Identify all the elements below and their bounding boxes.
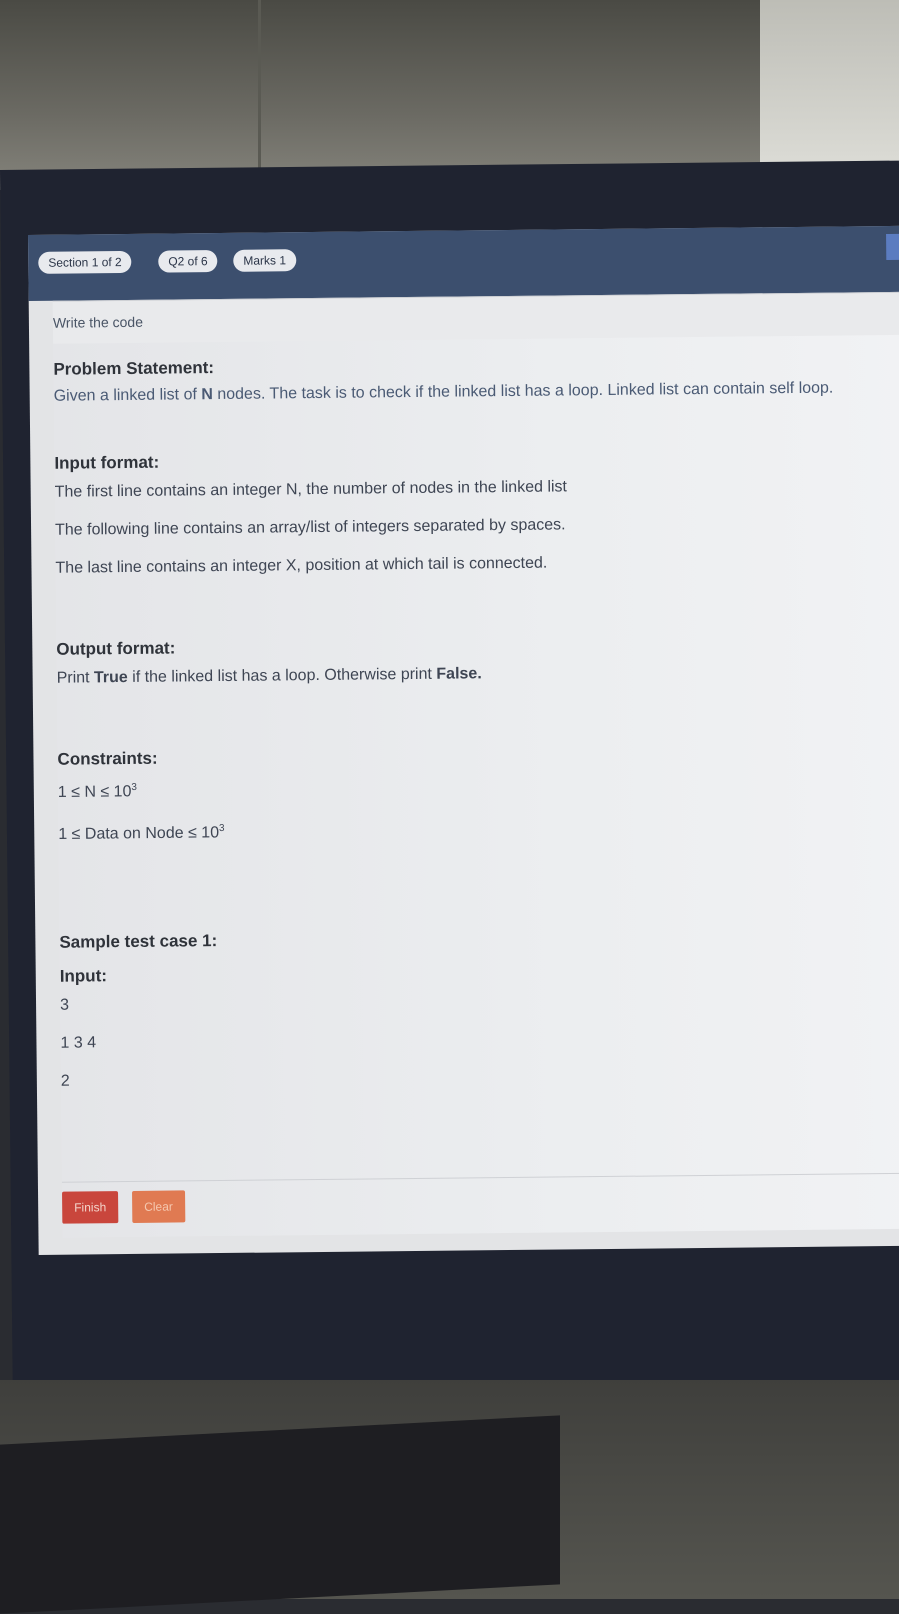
wall-seam [258, 0, 261, 175]
header-side-tab[interactable] [886, 233, 899, 261]
statement-part-1: Given a linked list of [53, 386, 202, 405]
output-bold-true: True [93, 668, 128, 687]
constraint-1-text: 1 ≤ N ≤ 10 [57, 783, 132, 802]
output-bold-false: False. [436, 665, 482, 683]
output-part-2: if the linked list has a loop. Otherwise… [127, 665, 437, 686]
question-type-text: Write the code [52, 313, 144, 331]
clear-button[interactable]: Clear [132, 1190, 186, 1223]
statement-part-2: nodes. The task is to check if the linke… [212, 379, 834, 404]
question-type-label: Write the code [52, 292, 899, 344]
question-panel: Write the code Problem Statement: Given … [52, 291, 899, 1238]
finish-button[interactable]: Finish [62, 1191, 119, 1224]
monitor-screen: Section 1 of 2 Q2 of 6 Marks 1 Write the… [28, 225, 899, 1255]
footer-divider [61, 1172, 899, 1183]
question-badge: Q2 of 6 [158, 250, 218, 273]
constraint-2-exponent: 3 [218, 823, 225, 835]
wall-light-area [760, 0, 899, 170]
output-part-1: Print [56, 669, 95, 687]
sample-input-line-3: 2 [60, 1072, 70, 1090]
problem-body: Problem Statement: Given a linked list o… [53, 351, 861, 1100]
constraint-1-exponent: 3 [131, 781, 138, 793]
section-badge: Section 1 of 2 [38, 250, 132, 274]
statement-bold-n: N [201, 386, 213, 404]
monitor-stand [0, 1415, 560, 1614]
constraint-2-text: 1 ≤ Data on Node ≤ 10 [58, 824, 220, 844]
test-header-bar: Section 1 of 2 Q2 of 6 Marks 1 [28, 225, 899, 301]
marks-badge: Marks 1 [233, 249, 297, 272]
